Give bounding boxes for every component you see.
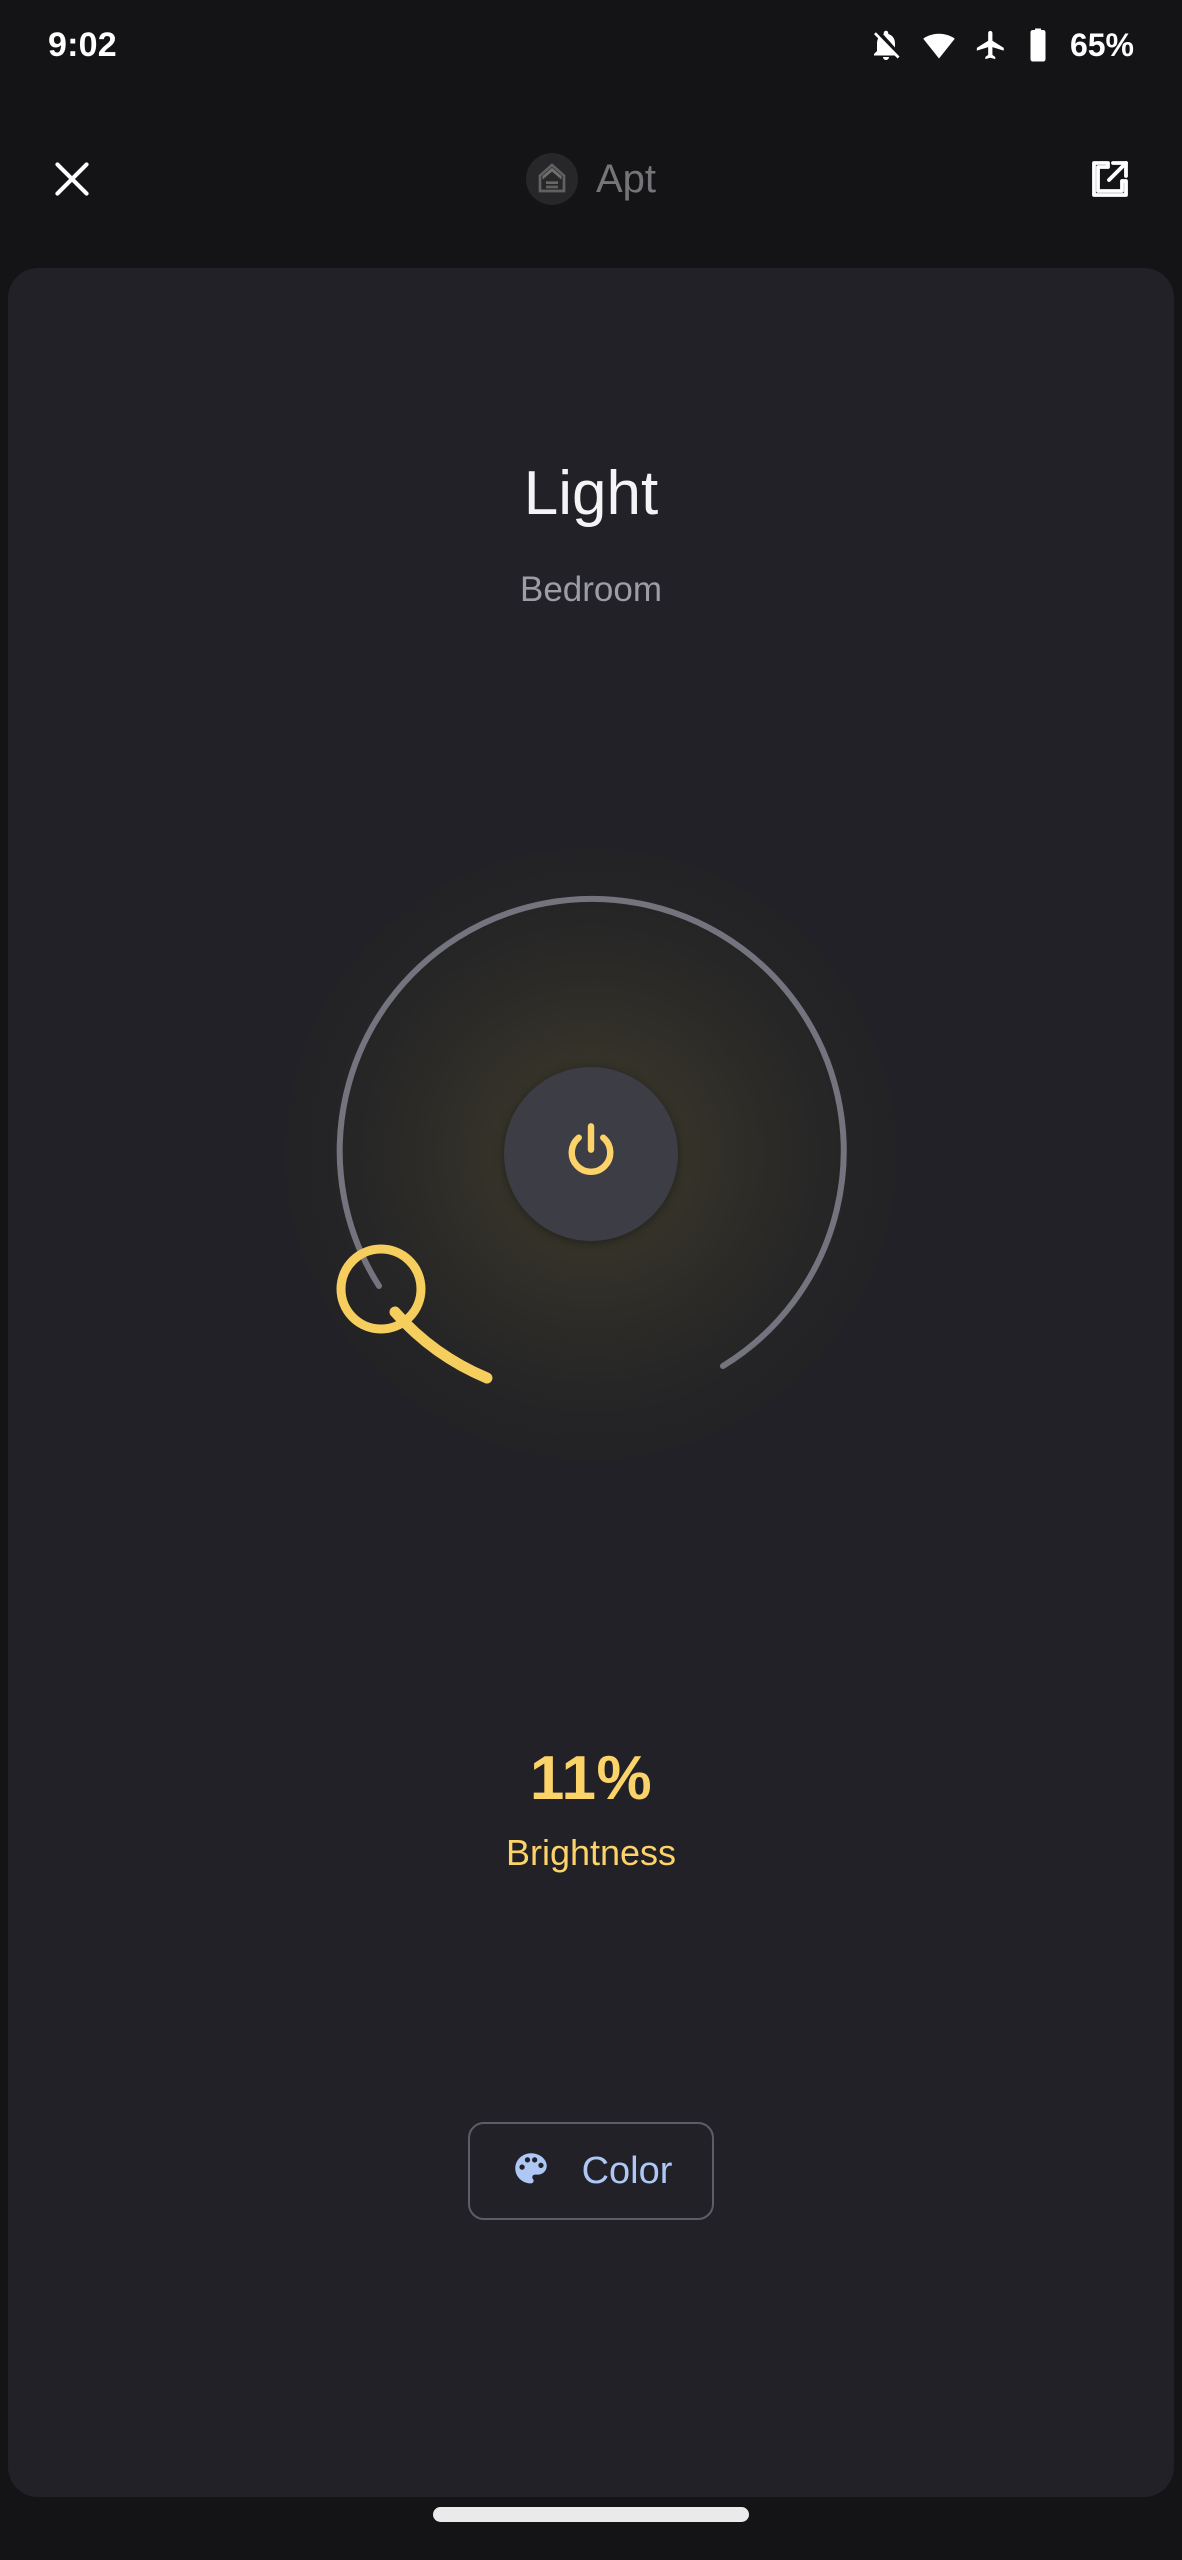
device-title: Light [523,459,659,528]
battery-icon [1025,27,1051,63]
gesture-nav-pill[interactable] [433,2507,749,2522]
actions-row: Color [8,2122,1174,2220]
phone-screen: 9:02 65% Apt Light Bedroom 11% Brightnes… [0,0,1182,2560]
close-button[interactable] [42,149,102,209]
wifi-icon [921,27,957,63]
status-bar: 9:02 65% [0,0,1182,90]
brightness-label: Brightness [505,1832,677,1873]
device-control-panel: Light Bedroom 11% Brightness Color [8,268,1174,2497]
status-icons: 65% [868,27,1134,64]
app-name-label: Apt [595,156,657,201]
device-header: Light Bedroom [8,459,1174,610]
open-in-new-button[interactable] [1080,149,1140,209]
app-bar: Apt [0,90,1182,268]
notifications-off-icon [868,27,904,63]
power-toggle-button[interactable] [504,1067,678,1241]
brightness-value: 11% [529,1744,653,1813]
airplane-mode-icon [974,28,1008,62]
app-identity: Apt [525,153,657,205]
brightness-readout: 11% Brightness [8,1748,1174,1874]
dial-handle[interactable] [336,1244,426,1334]
color-button-label: Color [581,2149,673,2192]
google-home-logo-icon [525,153,578,205]
device-room: Bedroom [519,570,663,610]
battery-percent: 65% [1069,26,1134,63]
status-time: 9:02 [48,25,117,64]
color-button[interactable]: Color [467,2122,715,2220]
brightness-dial[interactable] [271,834,911,1474]
power-icon [556,1117,626,1192]
palette-icon [510,2148,552,2195]
